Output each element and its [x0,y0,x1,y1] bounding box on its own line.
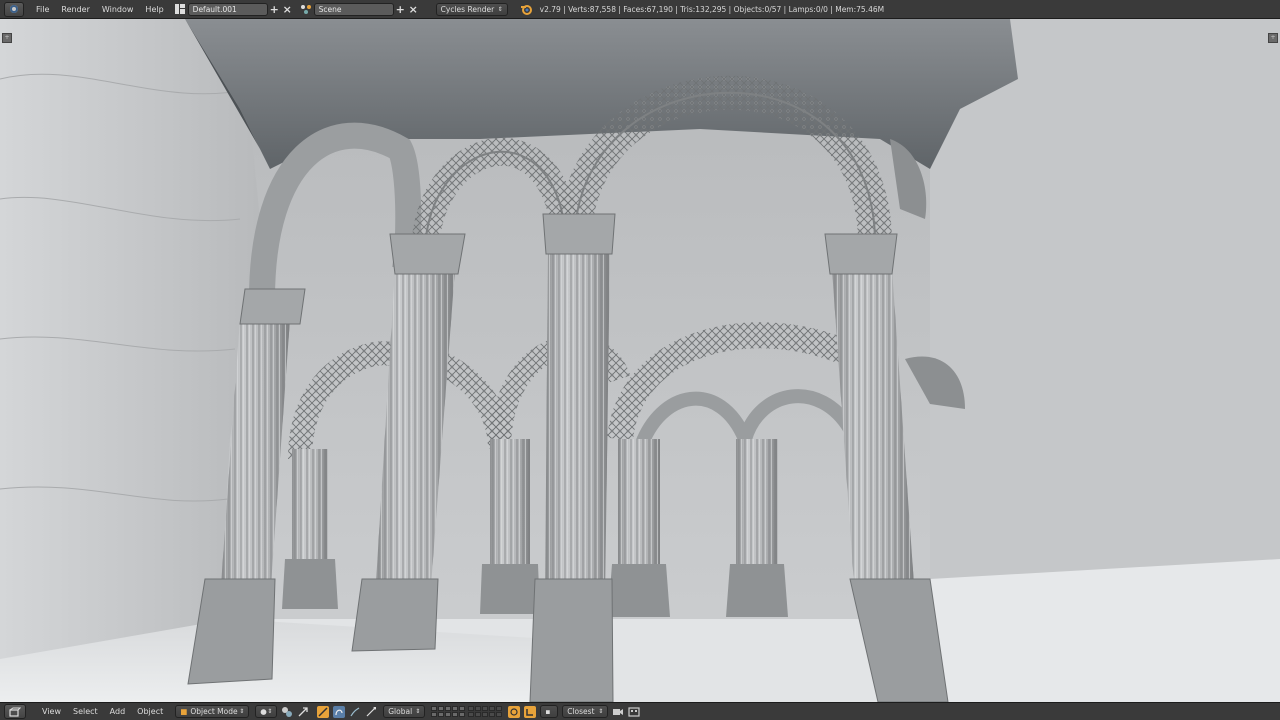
menu-help[interactable]: Help [139,0,169,19]
3d-view-editor-button[interactable] [4,704,26,719]
layer-button[interactable] [438,706,445,711]
scene-field[interactable]: Scene [313,2,394,16]
orientation-label: Global [388,707,413,716]
render-camera-icon[interactable] [612,706,624,718]
info-editor-icon [10,5,18,13]
layer-button[interactable] [468,706,475,711]
render-engine-dropdown[interactable]: Cycles Render ⇕ [435,2,508,16]
snap-target-label: Closest [567,707,595,716]
remove-scene-button[interactable]: × [407,3,420,16]
dropdown-arrow-icon: ⇕ [497,5,503,13]
area-split-corner-right[interactable]: + [1268,33,1278,43]
scale-manipulator-icon[interactable] [349,706,361,718]
layer-button[interactable] [475,712,482,717]
scene-layers[interactable] [431,706,503,717]
layer-button[interactable] [459,712,466,717]
snap-element-icon: ▪ [545,707,551,716]
editor-type-button[interactable] [4,1,24,17]
menu-add[interactable]: Add [104,707,132,716]
screen-layout-field[interactable]: Default.001 [187,2,268,16]
screen-layout-icon[interactable] [174,3,186,15]
render-animation-icon[interactable] [628,706,640,718]
layer-button[interactable] [482,706,489,711]
viewport-render[interactable] [0,19,1280,702]
menu-window[interactable]: Window [96,0,140,19]
proportional-edit-icon[interactable] [508,705,521,718]
layer-button[interactable] [489,706,496,711]
mode-dropdown[interactable]: ■ Object Mode ⇕ [175,705,250,718]
pivot-point-icon[interactable] [281,706,293,718]
menu-view[interactable]: View [36,707,67,716]
layer-button[interactable] [445,706,452,711]
layer-button[interactable] [431,706,438,711]
layer-button[interactable] [475,706,482,711]
object-mode-icon: ■ [180,707,188,716]
3d-view-header: View Select Add Object ■ Object Mode ⇕ ●… [0,702,1280,720]
solid-shading-icon: ● [260,707,267,716]
layer-button[interactable] [438,712,445,717]
3d-view-icon [9,707,21,717]
dropdown-arrow-icon: ⇕ [267,708,273,715]
mode-label: Object Mode [190,707,238,716]
render-engine-label: Cycles Render [440,4,495,14]
layer-button[interactable] [482,712,489,717]
rotate-manipulator-icon[interactable] [333,705,346,718]
snap-target-dropdown[interactable]: Closest ⇕ [562,705,609,718]
add-scene-button[interactable]: + [394,3,407,16]
layer-button[interactable] [459,706,466,711]
layer-button[interactable] [496,712,503,717]
dropdown-arrow-icon: ⇕ [598,708,604,715]
layer-button[interactable] [452,706,459,711]
layer-button[interactable] [431,712,438,717]
layer-button[interactable] [468,712,475,717]
menu-render[interactable]: Render [55,0,95,19]
layer-button[interactable] [452,712,459,717]
area-split-corner-left[interactable]: + [2,33,12,43]
snap-element-dropdown[interactable]: ▪ [540,705,559,718]
menu-select[interactable]: Select [67,707,104,716]
transform-orientation-dropdown[interactable]: Global ⇕ [383,705,426,718]
scene-stats: v2.79 | Verts:87,558 | Faces:67,190 | Tr… [539,4,885,14]
manipulator-toggle-icon[interactable] [297,706,309,718]
transform-icon[interactable] [365,706,377,718]
dropdown-arrow-icon: ⇕ [415,708,421,715]
menu-file[interactable]: File [30,0,55,19]
3d-viewport[interactable]: + + [0,19,1280,702]
translate-manipulator-icon[interactable] [317,705,330,718]
menu-object[interactable]: Object [131,707,169,716]
snap-toggle-icon[interactable] [524,705,537,718]
dropdown-arrow-icon: ⇕ [239,708,245,715]
blender-logo-icon [520,3,532,15]
viewport-shading-dropdown[interactable]: ● ⇕ [255,705,278,718]
add-layout-button[interactable]: + [268,3,281,16]
scene-icon[interactable] [300,3,312,15]
layer-button[interactable] [445,712,452,717]
remove-layout-button[interactable]: × [281,3,294,16]
layer-button[interactable] [489,712,496,717]
layer-button[interactable] [496,706,503,711]
info-header: File Render Window Help Default.001 + × … [0,0,1280,19]
